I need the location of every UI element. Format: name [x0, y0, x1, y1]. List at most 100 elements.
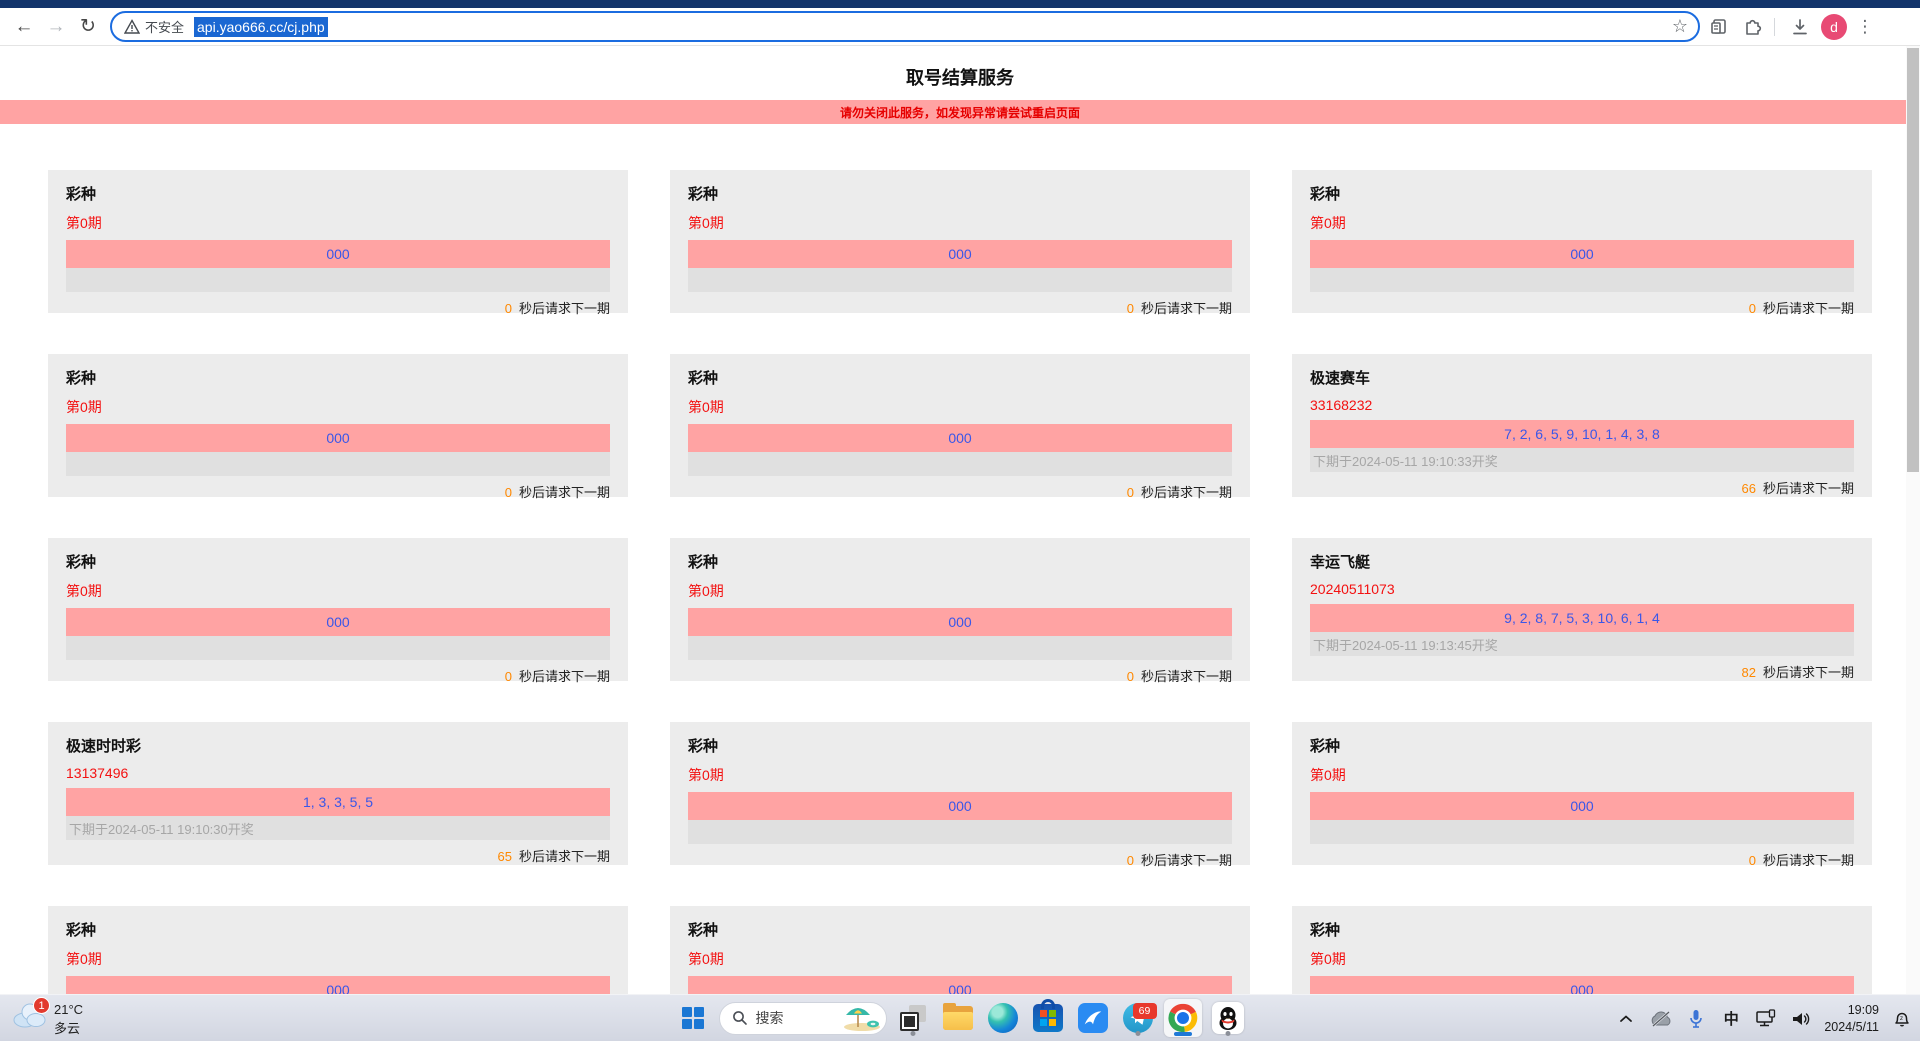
- countdown-seconds: 0: [1127, 485, 1134, 500]
- draw-numbers: 000: [948, 982, 971, 994]
- start-button[interactable]: [674, 999, 712, 1037]
- search-highlight-image[interactable]: [842, 1005, 882, 1031]
- draw-numbers-bar: 000: [1310, 976, 1854, 994]
- page-scrollbar[interactable]: [1906, 46, 1920, 994]
- clock-widget[interactable]: 19:09 2024/5/11: [1824, 1002, 1879, 1036]
- tray-chevron-up-icon[interactable]: [1614, 1007, 1638, 1031]
- lottery-name: 极速赛车: [1310, 367, 1854, 388]
- countdown-row: 65秒后请求下一期: [66, 846, 610, 865]
- lottery-card: 彩种 第0期 000 0秒后请求下一期: [670, 354, 1250, 497]
- countdown-seconds: 0: [505, 485, 512, 500]
- running-indicator: [1225, 1031, 1230, 1036]
- countdown-row: 0秒后请求下一期: [66, 666, 610, 685]
- task-view-button[interactable]: [894, 999, 932, 1037]
- microsoft-store-button[interactable]: [1029, 999, 1067, 1037]
- lottery-card: 彩种 第0期 000 0秒后请求下一期: [670, 170, 1250, 313]
- store-icon: [1033, 1004, 1063, 1032]
- lottery-card: 彩种 第0期 000 0秒后请求下一期: [48, 354, 628, 497]
- countdown-row: 0秒后请求下一期: [66, 482, 610, 501]
- chrome-button[interactable]: [1164, 999, 1202, 1037]
- scrollbar-thumb[interactable]: [1907, 48, 1919, 472]
- draw-numbers-bar: 000: [688, 976, 1232, 994]
- next-draw-bar: 下期于2024-05-11 19:10:30开奖: [66, 816, 610, 840]
- lottery-period: 20240511073: [1310, 581, 1854, 597]
- qq-penguin-icon: [1212, 1002, 1244, 1034]
- taskbar-weather-widget[interactable]: 1 21°C 多云: [12, 999, 83, 1039]
- countdown-label: 秒后请求下一期: [1141, 669, 1232, 684]
- windows-logo-icon: [682, 1007, 704, 1029]
- tray-date: 2024/5/11: [1824, 1019, 1879, 1036]
- lottery-name: 彩种: [1310, 919, 1854, 940]
- lottery-name: 极速时时彩: [66, 735, 610, 756]
- network-icon[interactable]: [1754, 1007, 1778, 1031]
- notification-bell-icon[interactable]: z: [1890, 1007, 1914, 1031]
- browser-menu-icon[interactable]: ⋮: [1853, 17, 1877, 37]
- countdown-seconds: 0: [1127, 301, 1134, 316]
- lottery-period: 第0期: [66, 213, 610, 233]
- lottery-period: 第0期: [1310, 213, 1854, 233]
- warning-banner-text: 请勿关闭此服务，如发现异常请尝试重启页面: [840, 104, 1080, 121]
- windows-taskbar: 1 21°C 多云 搜索: [0, 994, 1920, 1041]
- next-draw-bar: [66, 268, 610, 292]
- reload-button[interactable]: ↻: [72, 11, 104, 43]
- weather-alert-badge: 1: [33, 997, 50, 1014]
- forward-button[interactable]: →: [40, 11, 72, 43]
- countdown-row: 0秒后请求下一期: [688, 666, 1232, 685]
- svg-text:z: z: [1900, 1015, 1903, 1022]
- countdown-label: 秒后请求下一期: [1763, 481, 1854, 496]
- draw-numbers: 000: [1570, 798, 1593, 814]
- lottery-name: 幸运飞艇: [1310, 551, 1854, 572]
- draw-numbers: 000: [948, 798, 971, 814]
- countdown-label: 秒后请求下一期: [519, 849, 610, 864]
- not-secure-warning-icon: [124, 19, 140, 35]
- lottery-card: 彩种 第0期 000 0秒后请求下一期: [670, 538, 1250, 681]
- countdown-row: 0 秒后请求下一期: [688, 850, 1232, 869]
- lottery-name: 彩种: [66, 367, 610, 388]
- bookmark-star-icon[interactable]: ☆: [1672, 16, 1688, 37]
- countdown-seconds: 0: [1749, 853, 1756, 868]
- downloads-icon[interactable]: [1785, 12, 1815, 42]
- address-bar[interactable]: 不安全 api.yao666.cc/cj.php ☆: [110, 11, 1700, 42]
- telegram-button[interactable]: 69: [1119, 999, 1157, 1037]
- thunder-button[interactable]: [1074, 999, 1112, 1037]
- page-title: 取号结算服务: [0, 46, 1920, 90]
- edge-button[interactable]: [984, 999, 1022, 1037]
- next-draw-bar: [1310, 820, 1854, 844]
- countdown-seconds: 0: [1127, 853, 1134, 868]
- countdown-label: 秒后请求下一期: [1763, 301, 1854, 316]
- ime-language-indicator[interactable]: 中: [1719, 1007, 1743, 1031]
- taskbar-search-box[interactable]: 搜索: [719, 1002, 887, 1035]
- microphone-icon[interactable]: [1684, 1007, 1708, 1031]
- volume-icon[interactable]: [1789, 1007, 1813, 1031]
- countdown-label: 秒后请求下一期: [1141, 853, 1232, 868]
- side-panel-icon[interactable]: [1704, 12, 1734, 42]
- profile-avatar[interactable]: d: [1821, 14, 1847, 40]
- search-placeholder: 搜索: [756, 1008, 842, 1028]
- countdown-row: 66秒后请求下一期: [1310, 478, 1854, 497]
- lottery-card: 极速赛车 33168232 7, 2, 6, 5, 9, 10, 1, 4, 3…: [1292, 354, 1872, 497]
- draw-numbers-bar: 000: [688, 240, 1232, 268]
- next-draw-bar: [688, 636, 1232, 660]
- countdown-label: 秒后请求下一期: [1141, 485, 1232, 500]
- onedrive-paused-icon[interactable]: [1649, 1007, 1673, 1031]
- telegram-icon: 69: [1123, 1003, 1153, 1033]
- file-explorer-button[interactable]: [939, 999, 977, 1037]
- draw-numbers: 000: [1570, 246, 1593, 262]
- active-app-indicator: [1174, 1032, 1192, 1036]
- countdown-label: 秒后请求下一期: [519, 301, 610, 316]
- system-tray: 中 19:09 2024/5/11 z: [1614, 995, 1914, 1041]
- back-button[interactable]: ←: [8, 11, 40, 43]
- window-top-strip: [0, 0, 1920, 8]
- draw-numbers: 000: [326, 982, 349, 994]
- draw-numbers-bar: 000: [66, 608, 610, 636]
- qq-button[interactable]: [1209, 999, 1247, 1037]
- lottery-name: 彩种: [688, 367, 1232, 388]
- folder-icon: [943, 1006, 973, 1030]
- lottery-period: 第0期: [1310, 765, 1854, 785]
- running-indicator: [1135, 1031, 1140, 1036]
- countdown-seconds: 0: [505, 301, 512, 316]
- lottery-card: 幸运飞艇 20240511073 9, 2, 8, 7, 5, 3, 10, 6…: [1292, 538, 1872, 681]
- extensions-icon[interactable]: [1738, 12, 1768, 42]
- url-text[interactable]: api.yao666.cc/cj.php: [194, 17, 328, 37]
- browser-toolbar: ← → ↻ 不安全 api.yao666.cc/cj.php ☆ d ⋮: [0, 8, 1920, 46]
